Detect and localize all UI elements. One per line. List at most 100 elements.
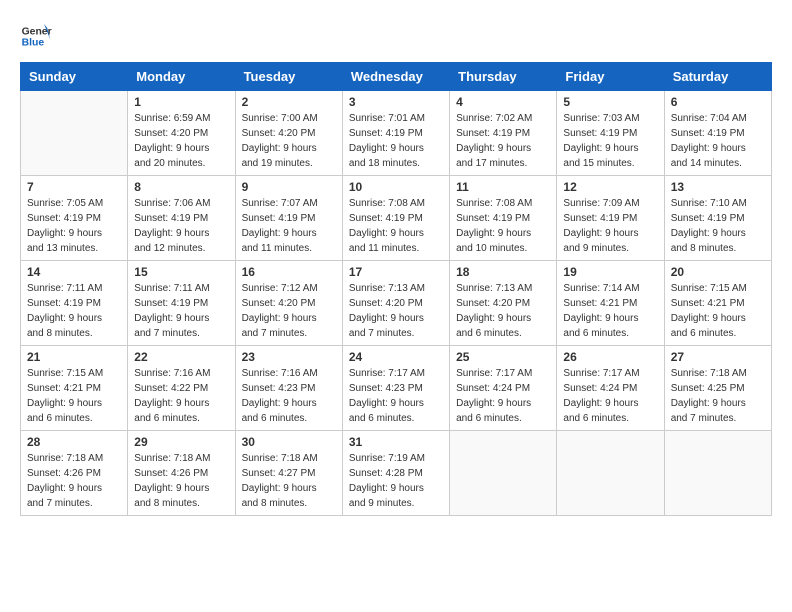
calendar-day: 13 Sunrise: 7:10 AM Sunset: 4:19 PM Dayli… — [664, 176, 771, 261]
day-header-sunday: Sunday — [21, 63, 128, 91]
day-number: 15 — [134, 265, 228, 279]
day-header-saturday: Saturday — [664, 63, 771, 91]
calendar-day: 24Sunrise: 7:17 AM Sunset: 4:23 PM Dayli… — [342, 346, 449, 431]
calendar-day — [557, 431, 664, 516]
day-number: 20 — [671, 265, 765, 279]
day-number: 5 — [563, 95, 657, 109]
calendar-week-5: 28 Sunrise: 7:18 AM Sunset: 4:26 PM Dayli… — [21, 431, 772, 516]
day-number: 18 — [456, 265, 550, 279]
calendar-day: 29 Sunrise: 7:18 AM Sunset: 4:26 PM Dayli… — [128, 431, 235, 516]
day-info: Sunrise: 7:16 AM Sunset: 4:23 PM Dayligh… — [242, 366, 336, 426]
day-info: Sunrise: 7:08 AM Sunset: 4:19 PM Dayligh… — [456, 196, 550, 256]
day-number: 13 — [671, 180, 765, 194]
day-number: 31 — [349, 435, 443, 449]
day-info: Sunrise: 7:16 AM Sunset: 4:22 PM Dayligh… — [134, 366, 228, 426]
calendar-day: 5 Sunrise: 7:03 AM Sunset: 4:19 PM Daylig… — [557, 91, 664, 176]
calendar-day: 31 Sunrise: 7:19 AM Sunset: 4:28 PM Dayli… — [342, 431, 449, 516]
calendar-day: 2Sunrise: 7:00 AM Sunset: 4:20 PM Daylig… — [235, 91, 342, 176]
day-info: Sunrise: 7:13 AM Sunset: 4:20 PM Dayligh… — [456, 281, 550, 341]
day-number: 3 — [349, 95, 443, 109]
day-number: 21 — [27, 350, 121, 364]
calendar-week-3: 14 Sunrise: 7:11 AM Sunset: 4:19 PM Dayli… — [21, 261, 772, 346]
day-number: 7 — [27, 180, 121, 194]
day-header-thursday: Thursday — [450, 63, 557, 91]
day-info: Sunrise: 7:09 AM Sunset: 4:19 PM Dayligh… — [563, 196, 657, 256]
day-number: 17 — [349, 265, 443, 279]
day-info: Sunrise: 7:15 AM Sunset: 4:21 PM Dayligh… — [671, 281, 765, 341]
day-header-monday: Monday — [128, 63, 235, 91]
day-info: Sunrise: 7:03 AM Sunset: 4:19 PM Dayligh… — [563, 111, 657, 171]
calendar-day: 25 Sunrise: 7:17 AM Sunset: 4:24 PM Dayli… — [450, 346, 557, 431]
calendar-day: 12 Sunrise: 7:09 AM Sunset: 4:19 PM Dayli… — [557, 176, 664, 261]
day-number: 8 — [134, 180, 228, 194]
day-info: Sunrise: 7:17 AM Sunset: 4:24 PM Dayligh… — [563, 366, 657, 426]
day-info: Sunrise: 7:17 AM Sunset: 4:24 PM Dayligh… — [456, 366, 550, 426]
day-info: Sunrise: 7:05 AM Sunset: 4:19 PM Dayligh… — [27, 196, 121, 256]
calendar-day: 26 Sunrise: 7:17 AM Sunset: 4:24 PM Dayli… — [557, 346, 664, 431]
day-number: 4 — [456, 95, 550, 109]
day-info: Sunrise: 7:13 AM Sunset: 4:20 PM Dayligh… — [349, 281, 443, 341]
day-info: Sunrise: 7:18 AM Sunset: 4:27 PM Dayligh… — [242, 451, 336, 511]
day-info: Sunrise: 7:11 AM Sunset: 4:19 PM Dayligh… — [27, 281, 121, 341]
day-info: Sunrise: 7:18 AM Sunset: 4:26 PM Dayligh… — [134, 451, 228, 511]
calendar-day: 19Sunrise: 7:14 AM Sunset: 4:21 PM Dayli… — [557, 261, 664, 346]
day-info: Sunrise: 7:12 AM Sunset: 4:20 PM Dayligh… — [242, 281, 336, 341]
day-number: 25 — [456, 350, 550, 364]
calendar-day: 16 Sunrise: 7:12 AM Sunset: 4:20 PM Dayli… — [235, 261, 342, 346]
day-header-friday: Friday — [557, 63, 664, 91]
day-number: 19 — [563, 265, 657, 279]
logo-icon: General Blue — [20, 20, 52, 52]
calendar-day: 27Sunrise: 7:18 AM Sunset: 4:25 PM Dayli… — [664, 346, 771, 431]
day-info: Sunrise: 7:10 AM Sunset: 4:19 PM Dayligh… — [671, 196, 765, 256]
calendar-day: 14 Sunrise: 7:11 AM Sunset: 4:19 PM Dayli… — [21, 261, 128, 346]
day-number: 29 — [134, 435, 228, 449]
calendar-day: 1 Sunrise: 6:59 AM Sunset: 4:20 PM Daylig… — [128, 91, 235, 176]
day-number: 24 — [349, 350, 443, 364]
day-header-wednesday: Wednesday — [342, 63, 449, 91]
day-number: 26 — [563, 350, 657, 364]
day-number: 23 — [242, 350, 336, 364]
day-number: 12 — [563, 180, 657, 194]
logo: General Blue — [20, 20, 52, 52]
day-info: Sunrise: 7:11 AM Sunset: 4:19 PM Dayligh… — [134, 281, 228, 341]
day-info: Sunrise: 7:08 AM Sunset: 4:19 PM Dayligh… — [349, 196, 443, 256]
calendar-day: 22 Sunrise: 7:16 AM Sunset: 4:22 PM Dayli… — [128, 346, 235, 431]
calendar-day — [450, 431, 557, 516]
day-number: 28 — [27, 435, 121, 449]
calendar-week-1: 1 Sunrise: 6:59 AM Sunset: 4:20 PM Daylig… — [21, 91, 772, 176]
calendar-day: 11 Sunrise: 7:08 AM Sunset: 4:19 PM Dayli… — [450, 176, 557, 261]
day-info: Sunrise: 7:00 AM Sunset: 4:20 PM Dayligh… — [242, 111, 336, 171]
day-number: 11 — [456, 180, 550, 194]
calendar-day: 28 Sunrise: 7:18 AM Sunset: 4:26 PM Dayli… — [21, 431, 128, 516]
calendar-day — [21, 91, 128, 176]
svg-text:Blue: Blue — [22, 38, 45, 49]
day-info: Sunrise: 7:06 AM Sunset: 4:19 PM Dayligh… — [134, 196, 228, 256]
day-number: 30 — [242, 435, 336, 449]
day-info: Sunrise: 7:07 AM Sunset: 4:19 PM Dayligh… — [242, 196, 336, 256]
day-info: Sunrise: 6:59 AM Sunset: 4:20 PM Dayligh… — [134, 111, 228, 171]
calendar-day — [664, 431, 771, 516]
day-info: Sunrise: 7:02 AM Sunset: 4:19 PM Dayligh… — [456, 111, 550, 171]
calendar-table: SundayMondayTuesdayWednesdayThursdayFrid… — [20, 62, 772, 516]
day-number: 1 — [134, 95, 228, 109]
calendar-day: 6Sunrise: 7:04 AM Sunset: 4:19 PM Daylig… — [664, 91, 771, 176]
calendar-week-4: 21 Sunrise: 7:15 AM Sunset: 4:21 PM Dayli… — [21, 346, 772, 431]
day-info: Sunrise: 7:18 AM Sunset: 4:25 PM Dayligh… — [671, 366, 765, 426]
calendar-day: 23 Sunrise: 7:16 AM Sunset: 4:23 PM Dayli… — [235, 346, 342, 431]
day-info: Sunrise: 7:19 AM Sunset: 4:28 PM Dayligh… — [349, 451, 443, 511]
calendar-day: 3Sunrise: 7:01 AM Sunset: 4:19 PM Daylig… — [342, 91, 449, 176]
calendar-day: 18 Sunrise: 7:13 AM Sunset: 4:20 PM Dayli… — [450, 261, 557, 346]
day-number: 22 — [134, 350, 228, 364]
day-info: Sunrise: 7:04 AM Sunset: 4:19 PM Dayligh… — [671, 111, 765, 171]
calendar-day: 9Sunrise: 7:07 AM Sunset: 4:19 PM Daylig… — [235, 176, 342, 261]
calendar-week-2: 7 Sunrise: 7:05 AM Sunset: 4:19 PM Daylig… — [21, 176, 772, 261]
calendar-day: 17 Sunrise: 7:13 AM Sunset: 4:20 PM Dayli… — [342, 261, 449, 346]
day-number: 14 — [27, 265, 121, 279]
calendar-day: 30 Sunrise: 7:18 AM Sunset: 4:27 PM Dayli… — [235, 431, 342, 516]
calendar-day: 7 Sunrise: 7:05 AM Sunset: 4:19 PM Daylig… — [21, 176, 128, 261]
day-header-tuesday: Tuesday — [235, 63, 342, 91]
day-info: Sunrise: 7:15 AM Sunset: 4:21 PM Dayligh… — [27, 366, 121, 426]
day-info: Sunrise: 7:18 AM Sunset: 4:26 PM Dayligh… — [27, 451, 121, 511]
day-number: 16 — [242, 265, 336, 279]
calendar-day: 15 Sunrise: 7:11 AM Sunset: 4:19 PM Dayli… — [128, 261, 235, 346]
